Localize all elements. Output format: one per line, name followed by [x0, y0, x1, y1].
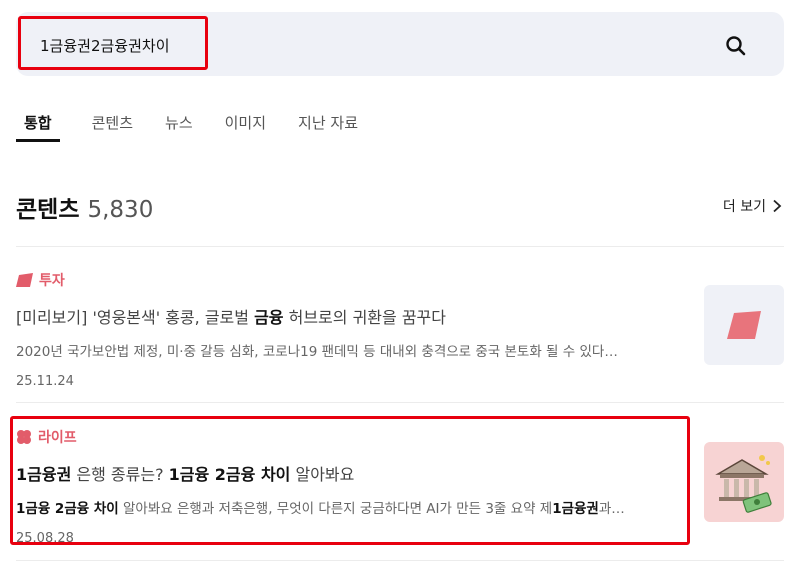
desc-text: 알아봐요 은행과 저축은행, 무엇이 다른지 궁금하다면 AI가 만든 3줄 요…: [118, 501, 553, 517]
tab-news[interactable]: 뉴스: [165, 108, 193, 142]
desc-text: 과…: [598, 501, 625, 517]
divider: [16, 246, 784, 247]
title-keyword: 1금융 2금융 차이: [168, 465, 291, 484]
tab-contents[interactable]: 콘텐츠: [92, 108, 133, 142]
result-date: 25.08.28: [16, 531, 74, 546]
result-thumbnail[interactable]: [704, 442, 784, 522]
divider: [16, 560, 784, 561]
divider: [16, 402, 784, 403]
title-text: 은행 종류는?: [71, 465, 169, 484]
tab-images[interactable]: 이미지: [225, 108, 266, 142]
title-text: [미리보기] '영웅본색' 홍콩, 글로벌: [16, 308, 255, 327]
category-label: 라이프: [38, 430, 77, 446]
category-label: 투자: [39, 273, 65, 289]
bank-icon: [715, 455, 772, 513]
title-keyword: 금융: [254, 308, 284, 327]
parallelogram-icon: [727, 311, 761, 339]
result-card[interactable]: 라이프 1금융권 은행 종류는? 1금융 2금융 차이 알아봐요 1금융 2금융…: [16, 427, 784, 546]
section-header: 콘텐츠 5,830: [16, 190, 153, 224]
result-title[interactable]: [미리보기] '영웅본색' 홍콩, 글로벌 금융 허브로의 귀환을 꿈꾸다: [16, 304, 784, 328]
title-text: 알아봐요: [290, 465, 355, 484]
result-date: 25.11.24: [16, 374, 74, 389]
result-category: 투자: [16, 270, 784, 290]
parallelogram-icon: [16, 273, 33, 287]
section-count: 5,830: [87, 197, 154, 223]
result-title[interactable]: 1금융권 은행 종류는? 1금융 2금융 차이 알아봐요: [16, 461, 784, 485]
clover-icon: [17, 430, 31, 444]
desc-keyword: 1금융권: [552, 501, 599, 517]
result-description: 1금융 2금융 차이 알아봐요 은행과 저축은행, 무엇이 다른지 궁금하다면 …: [16, 497, 672, 517]
result-category: 라이프: [16, 427, 784, 447]
result-description: 2020년 국가보안법 제정, 미·중 갈등 심화, 코로나19 팬데믹 등 대…: [16, 344, 618, 360]
title-text: 허브로의 귀환을 꿈꾸다: [283, 308, 446, 327]
tab-archive[interactable]: 지난 자료: [298, 108, 358, 142]
desc-keyword: 1금융 2금융 차이: [16, 501, 119, 517]
search-button[interactable]: [722, 33, 750, 59]
search-icon: [726, 36, 746, 56]
result-thumbnail[interactable]: [704, 285, 784, 365]
search-input[interactable]: [40, 34, 440, 56]
tab-all[interactable]: 통합: [16, 108, 60, 142]
result-card[interactable]: 투자 [미리보기] '영웅본색' 홍콩, 글로벌 금융 허브로의 귀환을 꿈꾸다…: [16, 270, 784, 389]
more-link[interactable]: 더 보기: [723, 196, 782, 216]
title-keyword: 1금융권: [16, 465, 72, 484]
chevron-right-icon: [773, 199, 782, 213]
more-label: 더 보기: [722, 199, 766, 215]
tab-bar: 통합 콘텐츠 뉴스 이미지 지난 자료: [16, 108, 390, 144]
section-title: 콘텐츠: [16, 197, 80, 223]
